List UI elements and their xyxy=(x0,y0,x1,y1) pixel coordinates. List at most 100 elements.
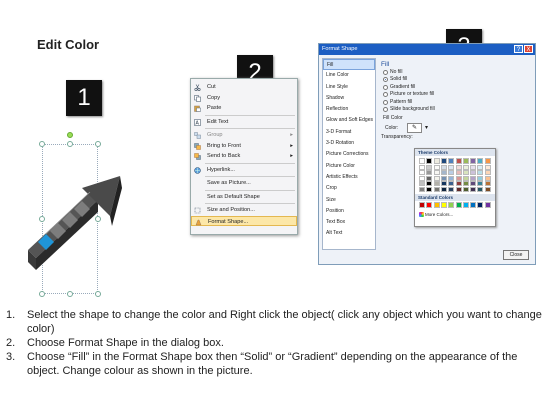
color-swatch[interactable] xyxy=(470,175,477,181)
color-swatch[interactable] xyxy=(440,170,447,176)
color-swatch[interactable] xyxy=(484,175,491,181)
menu-item-format-shape[interactable]: Format Shape... xyxy=(191,215,297,226)
radio-button[interactable] xyxy=(383,69,388,75)
radio-button[interactable] xyxy=(383,99,388,105)
radio-no-fill[interactable]: No fill xyxy=(381,69,531,76)
category-position[interactable]: Position xyxy=(323,206,375,217)
menu-item-edit-text[interactable]: A Edit Text xyxy=(191,117,297,128)
menu-item-save-as-picture[interactable]: Save as Picture... xyxy=(191,178,297,189)
standard-color-swatch[interactable] xyxy=(440,202,447,208)
color-swatch[interactable] xyxy=(462,181,469,187)
color-swatch[interactable] xyxy=(455,186,462,192)
standard-color-swatch[interactable] xyxy=(484,202,491,208)
color-swatch[interactable] xyxy=(426,175,433,181)
standard-color-swatch[interactable] xyxy=(448,202,455,208)
standard-color-swatch[interactable] xyxy=(426,202,433,208)
standard-color-swatch[interactable] xyxy=(462,202,469,208)
radio-gradient-fill[interactable]: Gradient fill xyxy=(381,84,531,91)
category-alt-text[interactable]: Alt Text xyxy=(323,228,375,239)
color-swatch[interactable] xyxy=(477,165,484,170)
color-swatch[interactable] xyxy=(455,175,462,181)
color-swatch[interactable] xyxy=(470,181,477,187)
category-crop[interactable]: Crop xyxy=(323,183,375,194)
category-shadow[interactable]: Shadow xyxy=(323,93,375,104)
menu-item-group[interactable]: Group ▸ xyxy=(191,130,297,141)
radio-button[interactable] xyxy=(383,107,388,112)
color-swatch[interactable] xyxy=(462,175,469,181)
color-swatch[interactable] xyxy=(470,158,477,164)
color-swatch[interactable] xyxy=(462,186,469,192)
color-swatch[interactable] xyxy=(455,170,462,176)
color-swatch[interactable] xyxy=(455,158,462,164)
color-swatch[interactable] xyxy=(477,170,484,176)
color-swatch[interactable] xyxy=(484,170,491,176)
category-glow[interactable]: Glow and Soft Edges xyxy=(323,115,375,126)
color-swatch[interactable] xyxy=(426,158,433,164)
category-fill[interactable]: Fill xyxy=(323,59,375,71)
menu-item-send-to-back[interactable]: Send to Back ▸ xyxy=(191,151,297,162)
color-swatch[interactable] xyxy=(448,181,455,187)
color-swatch[interactable] xyxy=(470,170,477,176)
color-swatch[interactable] xyxy=(440,165,447,170)
color-swatch[interactable] xyxy=(440,175,447,181)
more-colors-link[interactable]: More Colors... xyxy=(419,211,453,218)
radio-button-selected[interactable] xyxy=(383,77,388,82)
color-swatch[interactable] xyxy=(419,186,425,192)
color-swatch[interactable] xyxy=(426,165,433,170)
color-swatch[interactable] xyxy=(484,186,491,192)
category-line-style[interactable]: Line Style xyxy=(323,82,375,93)
category-size[interactable]: Size xyxy=(323,195,375,206)
color-swatch[interactable] xyxy=(455,165,462,170)
radio-button[interactable] xyxy=(383,84,388,90)
color-swatch[interactable] xyxy=(426,181,433,187)
color-swatch[interactable] xyxy=(440,181,447,187)
color-swatch[interactable] xyxy=(477,175,484,181)
color-swatch[interactable] xyxy=(448,170,455,176)
color-swatch[interactable] xyxy=(462,158,469,164)
color-swatch[interactable] xyxy=(433,175,440,181)
category-picture-color[interactable]: Picture Color xyxy=(323,161,375,172)
color-swatch[interactable] xyxy=(433,181,440,187)
menu-item-bring-to-front[interactable]: Bring to Front ▸ xyxy=(191,141,297,152)
radio-picture-fill[interactable]: Picture or texture fill xyxy=(381,91,531,98)
help-button[interactable]: ? xyxy=(514,45,523,53)
color-swatch[interactable] xyxy=(484,158,491,164)
menu-item-size-and-position[interactable]: Size and Position... xyxy=(191,205,297,216)
color-swatch[interactable] xyxy=(448,158,455,164)
category-reflection[interactable]: Reflection xyxy=(323,104,375,115)
menu-item-copy[interactable]: Copy xyxy=(191,93,297,104)
radio-button[interactable] xyxy=(383,92,388,97)
category-3d-format[interactable]: 3-D Format xyxy=(323,127,375,138)
color-swatch[interactable] xyxy=(426,186,433,192)
color-swatch[interactable] xyxy=(477,181,484,187)
close-x-button[interactable]: X xyxy=(524,45,533,53)
color-swatch[interactable] xyxy=(448,186,455,192)
color-swatch[interactable] xyxy=(419,175,425,181)
color-swatch[interactable] xyxy=(477,158,484,164)
selected-arrow-shape[interactable] xyxy=(20,130,150,300)
color-swatch[interactable] xyxy=(419,158,425,164)
color-swatch[interactable] xyxy=(433,170,440,176)
color-swatch[interactable] xyxy=(455,181,462,187)
color-swatch[interactable] xyxy=(484,181,491,187)
color-swatch[interactable] xyxy=(426,170,433,176)
standard-color-swatch[interactable] xyxy=(433,202,440,208)
standard-color-swatch[interactable] xyxy=(419,202,425,208)
radio-slide-background-fill[interactable]: Slide background fill xyxy=(381,106,531,113)
standard-color-swatch[interactable] xyxy=(470,202,477,208)
color-swatch[interactable] xyxy=(484,165,491,170)
color-swatch[interactable] xyxy=(448,175,455,181)
category-text-box[interactable]: Text Box xyxy=(323,217,375,228)
color-swatch[interactable] xyxy=(470,165,477,170)
color-swatch[interactable] xyxy=(433,158,440,164)
color-swatch[interactable] xyxy=(433,165,440,170)
color-swatch[interactable] xyxy=(433,186,440,192)
category-artistic-effects[interactable]: Artistic Effects xyxy=(323,172,375,183)
menu-item-paste[interactable]: Paste xyxy=(191,103,297,114)
category-line-color[interactable]: Line Color xyxy=(323,70,375,81)
color-swatch[interactable] xyxy=(440,158,447,164)
radio-pattern-fill[interactable]: Pattern fill xyxy=(381,99,531,106)
color-swatch[interactable] xyxy=(419,170,425,176)
color-swatch[interactable] xyxy=(462,165,469,170)
radio-solid-fill[interactable]: Solid fill xyxy=(381,76,531,83)
